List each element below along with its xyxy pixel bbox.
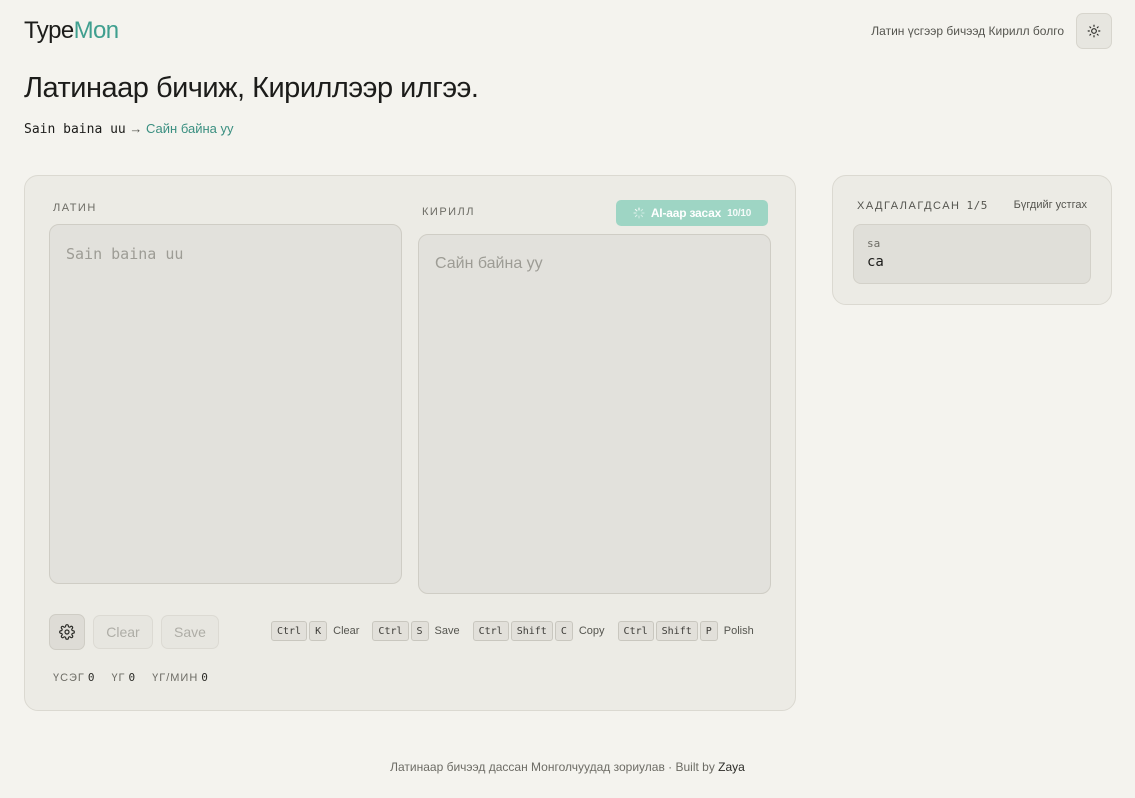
kbd-key: P bbox=[699, 621, 718, 641]
stat-label: ҮСЭГ bbox=[53, 672, 85, 684]
saved-item-latin: sa bbox=[867, 237, 881, 250]
example-arrow: → bbox=[129, 121, 143, 136]
saved-title-label: ХАДГАЛАГДСАН bbox=[857, 200, 961, 212]
stat-value: 0 bbox=[128, 671, 137, 684]
kbd-key: Ctrl bbox=[617, 621, 654, 641]
example-line: Sain baina uu → Сайн байна уу bbox=[24, 121, 233, 138]
saved-panel: ХАДГАЛАГДСАН 1/5 Бүгдийг устгах sa са bbox=[832, 175, 1112, 305]
stat-label: ҮГ/МИН bbox=[152, 672, 199, 684]
footer: Латинаар бичээд дассан Монголчуудад зори… bbox=[0, 760, 1135, 774]
kbd-key: K bbox=[309, 621, 328, 641]
stat-letters: ҮСЭГ 0 bbox=[53, 671, 95, 684]
shortcut-label-copy: Copy bbox=[578, 625, 605, 637]
latin-input[interactable]: Sain baina uu bbox=[49, 224, 402, 584]
cyrillic-placeholder: Сайн байна уу bbox=[435, 255, 543, 272]
saved-item[interactable]: sa са bbox=[853, 224, 1091, 284]
latin-placeholder: Sain baina uu bbox=[66, 245, 184, 263]
cyrillic-label: КИРИЛЛ bbox=[422, 206, 475, 218]
kbd-key: Shift bbox=[655, 621, 698, 641]
kbd-key: S bbox=[410, 621, 429, 641]
header-tagline: Латин үсгээр бичээд Кирилл болго bbox=[871, 24, 1064, 38]
kbd-key: C bbox=[554, 621, 573, 641]
stat-value: 0 bbox=[201, 671, 209, 684]
stat-wpm: ҮГ/МИН 0 bbox=[152, 671, 209, 684]
stat-label: ҮГ bbox=[111, 672, 126, 684]
spinner-icon bbox=[633, 207, 645, 219]
kbd-key: Shift bbox=[510, 621, 553, 641]
cyrillic-output[interactable]: Сайн байна уу bbox=[418, 234, 771, 594]
gear-icon bbox=[59, 624, 75, 640]
save-button[interactable]: Save bbox=[161, 615, 219, 649]
saved-title: ХАДГАЛАГДСАН 1/5 bbox=[857, 199, 988, 212]
sun-icon bbox=[1087, 24, 1101, 38]
kbd-key: Ctrl bbox=[271, 621, 308, 641]
latin-label: ЛАТИН bbox=[53, 202, 97, 214]
saved-count: 1/5 bbox=[966, 199, 988, 212]
editor-card: ЛАТИН Sain baina uu КИРИЛЛ AI-аар засах … bbox=[24, 175, 796, 711]
shortcut-hints: Ctrl K Clear Ctrl S Save Ctrl Shift C Copy Ctrl… bbox=[271, 621, 754, 641]
page-headline: Латинаар бичиж, Кириллээр илгээ. bbox=[24, 72, 479, 104]
example-input: Sain baina uu bbox=[24, 122, 126, 137]
clear-all-button[interactable]: Бүгдийг устгах bbox=[1014, 199, 1087, 211]
theme-toggle-button[interactable] bbox=[1076, 13, 1112, 49]
footer-author-link[interactable]: Zaya bbox=[718, 760, 745, 774]
stat-words: ҮГ 0 bbox=[111, 671, 136, 684]
logo[interactable]: TypeMon bbox=[24, 16, 119, 46]
saved-item-cyrillic: са bbox=[867, 254, 884, 270]
editor-stats: ҮСЭГ 0 ҮГ 0 ҮГ/МИН 0 bbox=[53, 671, 209, 684]
ai-polish-count: 10/10 bbox=[727, 207, 752, 219]
shortcut-label-save: Save bbox=[434, 625, 460, 637]
logo-text-type: Type bbox=[24, 17, 74, 44]
shortcut-label-clear: Clear bbox=[333, 625, 360, 637]
clear-button[interactable]: Clear bbox=[93, 615, 153, 649]
shortcut-label-polish: Polish bbox=[723, 625, 754, 637]
stat-value: 0 bbox=[87, 671, 96, 684]
kbd-key: Ctrl bbox=[472, 621, 509, 641]
example-output: Сайн байна уу bbox=[146, 121, 234, 136]
kbd-key: Ctrl bbox=[372, 621, 409, 641]
ai-polish-button[interactable]: AI-аар засах 10/10 bbox=[616, 200, 768, 226]
ai-polish-label: AI-аар засах bbox=[650, 206, 722, 220]
footer-text: Латинаар бичээд дассан Монголчуудад зори… bbox=[390, 760, 719, 774]
settings-button[interactable] bbox=[49, 614, 85, 650]
logo-text-mon: Mon bbox=[73, 17, 119, 44]
